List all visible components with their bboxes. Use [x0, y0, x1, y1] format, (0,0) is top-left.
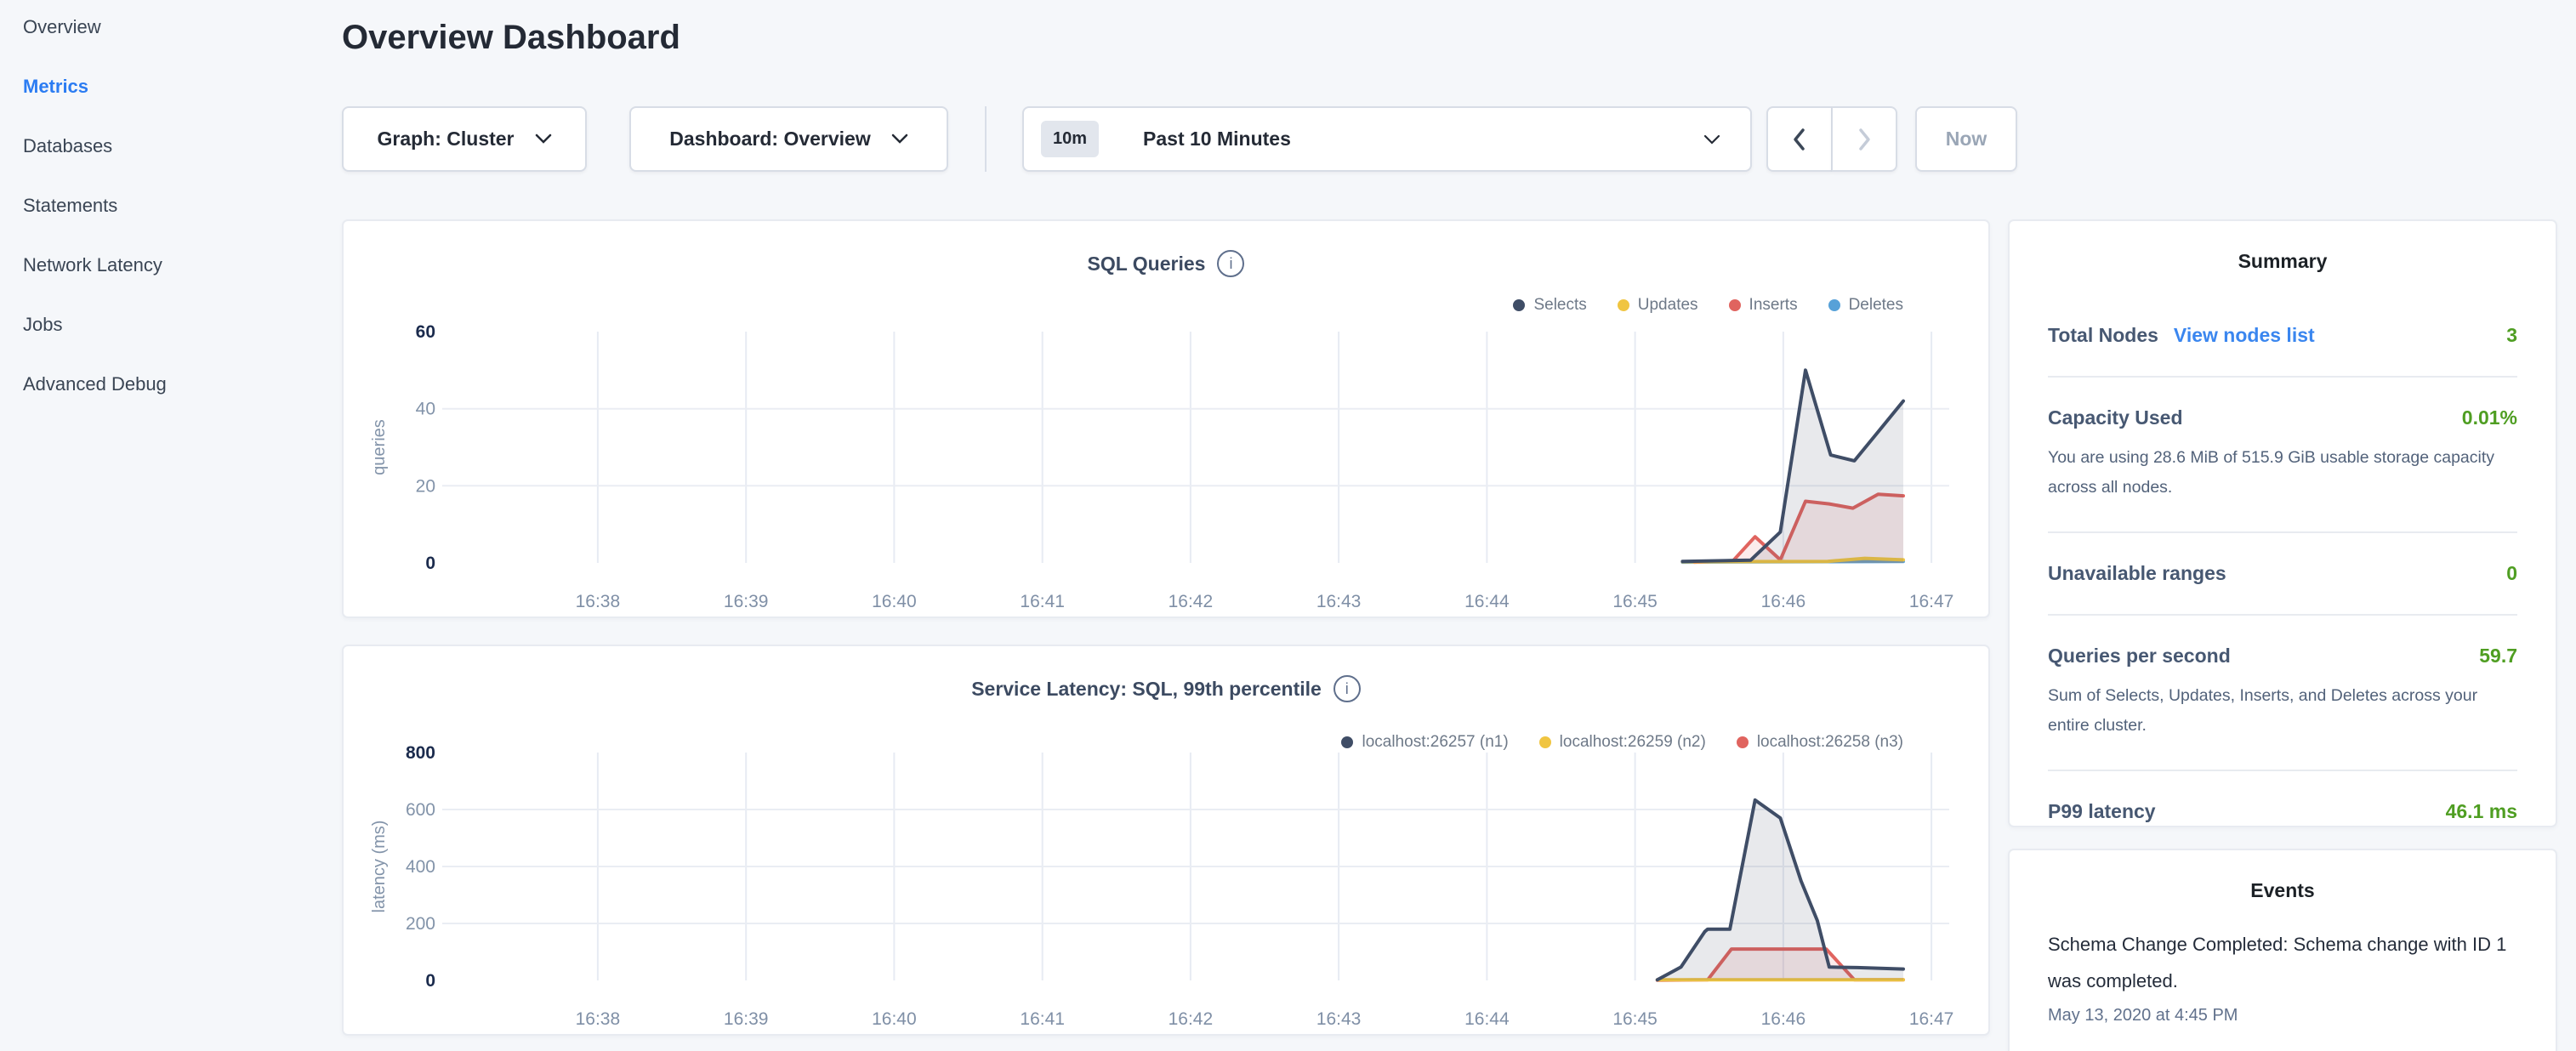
summary-row-description: You are using 28.6 MiB of 515.9 GiB usab… — [2048, 443, 2517, 503]
dashboard-dropdown[interactable]: Dashboard: Overview — [629, 106, 948, 172]
sidebar-item-network-latency[interactable]: Network Latency — [23, 256, 340, 275]
summary-row-value: 3 — [2506, 324, 2517, 347]
svg-text:16:47: 16:47 — [1909, 592, 1954, 611]
sidebar-item-overview[interactable]: Overview — [23, 18, 340, 37]
graph-dropdown-label: Graph: Cluster — [377, 128, 514, 151]
svg-text:800: 800 — [406, 743, 435, 763]
event-list-item[interactable]: Schema Change Completed: Schema change w… — [2048, 926, 2517, 1025]
dashboard-dropdown-label: Dashboard: Overview — [669, 128, 870, 151]
time-range-label: Past 10 Minutes — [1143, 128, 1682, 151]
svg-text:40: 40 — [416, 400, 435, 419]
summary-panel: Summary Total Nodes View nodes list 3 Capac… — [2008, 219, 2557, 827]
svg-text:16:43: 16:43 — [1316, 1009, 1362, 1029]
now-button-label: Now — [1946, 128, 1987, 151]
metrics-page: Overview Metrics Databases Statements Networ… — [0, 0, 2576, 1051]
sidebar: Overview Metrics Databases Statements Networ… — [0, 0, 340, 435]
chevron-left-icon — [1789, 127, 1810, 152]
summary-row-description: Sum of Selects, Updates, Inserts, and De… — [2048, 681, 2517, 741]
chevron-right-icon — [1854, 127, 1874, 152]
svg-text:0: 0 — [425, 554, 435, 573]
summary-row-label: Total Nodes — [2048, 324, 2158, 347]
svg-text:16:42: 16:42 — [1169, 1009, 1214, 1029]
sidebar-item-databases[interactable]: Databases — [23, 137, 340, 156]
svg-text:16:39: 16:39 — [724, 592, 769, 611]
svg-text:latency (ms): latency (ms) — [370, 821, 389, 913]
svg-text:20: 20 — [416, 476, 435, 496]
time-range-dropdown[interactable]: 10m Past 10 Minutes — [1022, 106, 1752, 172]
svg-text:200: 200 — [406, 914, 435, 934]
sql-queries-chart-card: SQL Queries SelectsUpdatesInsertsDeletes… — [342, 219, 1990, 618]
summary-title: Summary — [2010, 250, 2556, 273]
chevron-down-icon — [1703, 134, 1721, 145]
svg-text:16:42: 16:42 — [1169, 592, 1214, 611]
svg-text:16:38: 16:38 — [576, 592, 621, 611]
controls-divider — [985, 106, 987, 172]
event-text: Schema Change Completed: Schema change w… — [2048, 926, 2517, 999]
events-title: Events — [2010, 879, 2556, 902]
sidebar-item-advanced-debug[interactable]: Advanced Debug — [23, 375, 340, 394]
time-step-buttons — [1766, 106, 1897, 172]
svg-text:16:45: 16:45 — [1612, 592, 1658, 611]
service-latency-chart-card: Service Latency: SQL, 99th percentile lo… — [342, 645, 1990, 1036]
summary-row-value: 0 — [2506, 562, 2517, 585]
svg-text:0: 0 — [425, 971, 435, 991]
summary-row-value: 46.1 ms — [2446, 800, 2517, 823]
time-range-badge: 10m — [1041, 121, 1099, 157]
svg-text:16:38: 16:38 — [576, 1009, 621, 1029]
summary-rows: Total Nodes View nodes list 3 Capacity Used… — [2048, 295, 2517, 852]
chevron-down-icon — [535, 134, 552, 145]
summary-row-queries-per-second: Queries per second 59.7 Sum of Selects, Up… — [2048, 614, 2517, 770]
summary-row-unavailable-ranges: Unavailable ranges 0 — [2048, 531, 2517, 614]
time-next-button[interactable] — [1832, 106, 1897, 172]
graph-dropdown[interactable]: Graph: Cluster — [342, 106, 587, 172]
sidebar-item-statements[interactable]: Statements — [23, 196, 340, 215]
time-prev-button[interactable] — [1766, 106, 1832, 172]
svg-text:queries: queries — [370, 419, 389, 475]
summary-row-value: 0.01% — [2462, 406, 2517, 429]
controls-bar: Graph: Cluster Dashboard: Overview 10m P… — [342, 106, 2017, 172]
svg-text:16:39: 16:39 — [724, 1009, 769, 1029]
events-panel: Events Schema Change Completed: Schema c… — [2008, 849, 2557, 1051]
svg-text:16:45: 16:45 — [1612, 1009, 1658, 1029]
summary-row-label: Queries per second — [2048, 645, 2231, 668]
svg-text:16:44: 16:44 — [1464, 592, 1510, 611]
now-button[interactable]: Now — [1915, 106, 2017, 172]
summary-row-total-nodes: Total Nodes View nodes list 3 — [2048, 295, 2517, 376]
svg-text:16:41: 16:41 — [1020, 592, 1065, 611]
view-nodes-list-link[interactable]: View nodes list — [2174, 324, 2315, 347]
svg-text:16:43: 16:43 — [1316, 592, 1362, 611]
summary-row-p99-latency: P99 latency 46.1 ms — [2048, 770, 2517, 852]
svg-text:16:46: 16:46 — [1761, 592, 1806, 611]
summary-row-label: Capacity Used — [2048, 406, 2183, 429]
service-latency-plot[interactable]: 16:38 16:39 16:40 16:41 16:42 16:43 16:44 16:45… — [344, 646, 1988, 1034]
sidebar-item-jobs[interactable]: Jobs — [23, 315, 340, 334]
svg-text:600: 600 — [406, 800, 435, 820]
svg-text:60: 60 — [416, 322, 435, 342]
svg-text:16:46: 16:46 — [1761, 1009, 1806, 1029]
event-timestamp: May 13, 2020 at 4:45 PM — [2048, 1006, 2517, 1025]
summary-row-label: P99 latency — [2048, 800, 2156, 823]
svg-text:16:41: 16:41 — [1020, 1009, 1065, 1029]
svg-text:16:40: 16:40 — [872, 592, 917, 611]
svg-text:16:44: 16:44 — [1464, 1009, 1510, 1029]
svg-text:16:40: 16:40 — [872, 1009, 917, 1029]
chevron-down-icon — [891, 134, 908, 145]
page-title: Overview Dashboard — [342, 19, 680, 57]
summary-row-value: 59.7 — [2479, 645, 2517, 668]
summary-row-capacity-used: Capacity Used 0.01% You are using 28.6 MiB… — [2048, 376, 2517, 531]
svg-text:16:47: 16:47 — [1909, 1009, 1954, 1029]
summary-row-label: Unavailable ranges — [2048, 562, 2226, 585]
svg-text:400: 400 — [406, 857, 435, 877]
sql-queries-plot[interactable]: 16:38 16:39 16:40 16:41 16:42 16:43 16:44 16:45… — [344, 221, 1988, 616]
sidebar-item-metrics[interactable]: Metrics — [23, 77, 340, 96]
